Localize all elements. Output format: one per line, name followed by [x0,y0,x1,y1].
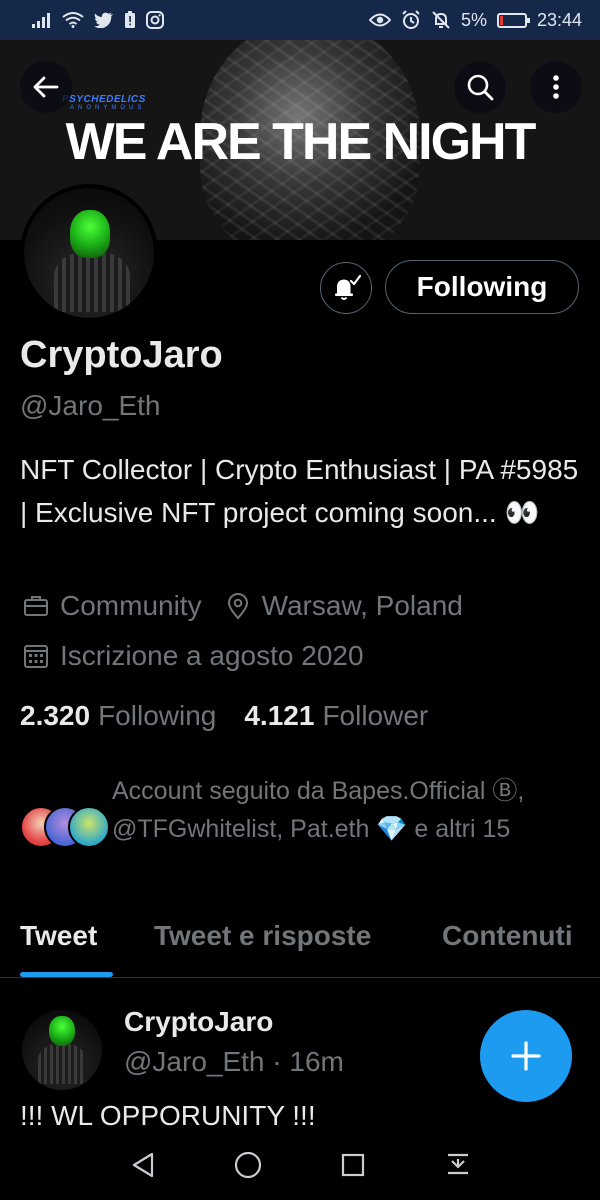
alarm-icon [402,10,420,29]
instagram-icon [146,11,164,29]
banner-brand: PSYCHEDELICS [62,94,146,105]
mute-bell-icon [432,11,450,29]
system-navigation-bar [0,1130,600,1200]
pull-down-icon [447,1153,468,1175]
status-bar: 5% 23:44 [0,0,600,40]
location-pin-icon [222,590,254,622]
following-label: Following [98,700,217,731]
circle-home-icon [234,1151,261,1179]
category-item: Community [20,590,202,622]
active-tab-indicator [20,972,113,977]
profile-tabs: Tweet Tweet e risposte Contenuti [0,910,600,978]
profile-joined-row: Iscrizione a agosto 2020 [20,640,364,672]
status-time: 23:44 [536,9,582,30]
followers-stat[interactable]: 4.121 Follower [244,700,428,732]
battery-icon [496,12,530,28]
profile-stats: 2.320 Following 4.121 Follower [20,700,428,732]
nav-back-button[interactable] [121,1143,165,1187]
location-item: Warsaw, Poland [222,590,463,622]
tweet-author-handle: @Jaro_Eth · 16m [124,1046,344,1077]
twitter-bird-icon [94,12,113,28]
battery-alert-icon [125,11,135,28]
compose-tweet-button[interactable] [480,1010,572,1102]
tweet-avatar[interactable] [22,1010,102,1090]
profile-meta-row: Community Warsaw, Poland [20,590,483,622]
followed-by-text[interactable]: Account seguito da Bapes.Official Ⓑ, @TF… [112,772,582,848]
search-icon [467,74,494,101]
profile-bio: NFT Collector | Crypto Enthusiast | PA #… [20,454,579,528]
banner-title: WE ARE THE NIGHT [65,113,537,171]
banner-brand-sub: ANONYMOUS [70,105,146,111]
more-vertical-icon [553,75,559,99]
notifications-toggle-button[interactable] [320,262,372,314]
mutual-followers-avatars[interactable] [20,806,110,850]
nav-recents-button[interactable] [331,1143,375,1187]
back-button[interactable] [20,61,72,113]
following-count: 2.320 [20,700,91,731]
tab-tweet[interactable]: Tweet [20,920,97,952]
followers-label: Follower [322,700,429,731]
battery-percent: 5% [460,9,487,30]
arrow-left-icon [33,76,59,98]
notification-bell-icon [335,274,361,300]
signal-icon [32,13,50,28]
profile-handle: @Jaro_Eth [20,390,161,421]
following-stat[interactable]: 2.320 Following [20,700,216,732]
profile-name: CryptoJaro [20,334,223,376]
plus-icon [511,1041,541,1071]
eye-icon [368,13,391,27]
status-bar-right: 5% 23:44 [368,9,582,31]
more-options-button[interactable] [530,61,582,113]
profile-avatar[interactable] [20,184,158,322]
tab-tweet-replies[interactable]: Tweet e risposte [154,920,371,952]
nav-notification-shade-button[interactable] [436,1143,480,1187]
search-button[interactable] [454,61,506,113]
profile-category: Community [60,590,202,621]
status-bar-left [32,11,164,29]
briefcase-icon [20,590,52,622]
following-button[interactable]: Following [385,260,579,314]
followers-count: 4.121 [244,700,315,731]
tweet-text[interactable]: !!! WL OPPORUNITY !!! [20,1100,316,1132]
square-recents-icon [341,1153,364,1177]
wifi-icon [62,12,84,28]
profile-joined: Iscrizione a agosto 2020 [60,640,364,671]
profile-location: Warsaw, Poland [261,590,463,621]
calendar-icon [20,640,52,672]
tweet-author-name[interactable]: CryptoJaro [124,1006,273,1038]
nav-home-button[interactable] [226,1143,270,1187]
avatar [68,806,110,848]
tab-media[interactable]: Contenuti [442,920,573,952]
triangle-back-icon [132,1152,153,1178]
